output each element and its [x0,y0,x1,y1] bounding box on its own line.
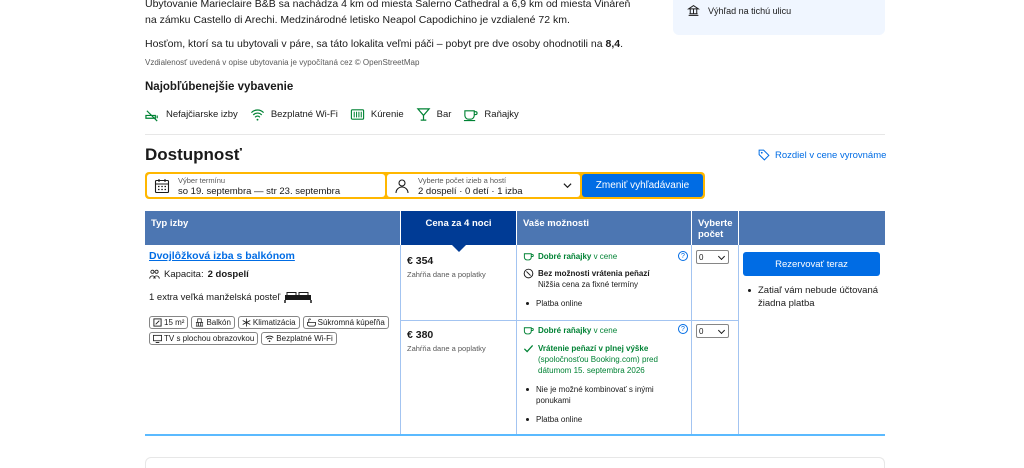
facilities-list: Nefajčiarske izby Bezplatné Wi-Fi Kúreni… [145,106,531,122]
wifi-icon [265,335,274,343]
amenity-chip: Súkromná kúpeľňa [302,316,389,329]
change-search-button[interactable]: Zmeniť vyhľadávanie [582,174,703,197]
facility-item: Bezplatné Wi-Fi [250,107,338,122]
tv-icon [153,334,162,343]
help-icon[interactable]: ? [678,251,688,261]
search-bar: Výber termínu so 19. septembra — str 23.… [145,172,705,199]
rate-price: € 354 [407,255,434,267]
bathtub-icon [306,318,316,327]
room-amenities: 15 m² Balkón Klimatizácia Súkromná kúpeľ… [149,316,399,345]
coffee-cup-icon [523,327,534,335]
next-section-card [145,457,885,468]
property-description: Ubytovanie Marieclaire B&B sa nachádza 4… [145,0,635,60]
rate-taxes: Zahŕňa dane a poplatky [407,270,486,279]
rate-breakfast: Dobré raňajky v cene [523,251,617,262]
date-value: so 19. septembra — str 23. septembra [178,186,341,197]
guests-selector[interactable]: Vyberte počet izieb a hostí 2 dospelí · … [387,174,580,197]
balcony-icon [196,318,204,327]
rate-refund-policy: Vrátenie peňazí v plnej výške (spoločnosť… [523,343,683,376]
room-size-icon [153,318,162,327]
person-icon [395,179,409,194]
checkmark-icon [523,344,534,353]
two-persons-icon [149,269,160,279]
bed-icon [284,292,312,303]
couples-score: 8,4 [605,38,621,50]
rate-combination-note: Nie je možné kombinovať s inými ponukami [523,384,683,406]
coffee-cup-icon [464,109,478,121]
facility-item: Nefajčiarske izby [145,107,238,122]
highlights-panel: Výhľad na tichú ulicu [673,0,885,35]
room-quantity-select[interactable]: 0 [696,324,729,338]
room-bed: 1 extra veľká manželská posteľ [149,291,312,303]
select-column [692,245,739,434]
capacity-value: 2 dospelí [207,269,249,280]
facility-item: Kúrenie [350,107,404,122]
wifi-icon [250,108,264,121]
rate-taxes: Zahŕňa dane a poplatky [407,344,486,353]
amenity-chip: Klimatizácia [237,316,300,329]
coffee-cup-icon [523,253,534,261]
table-body: Dvojlôžková izba s balkónom Kapacita: 2 … [145,245,885,436]
help-icon[interactable]: ? [678,324,688,334]
rate-divider [401,320,739,321]
tag-icon [758,149,770,161]
facilities-title: Najobľúbenejšie vybavenie [145,81,294,93]
reserve-note: Zatiaľ vám nebude účtovaná žiadna platba [745,284,880,310]
price-match-link[interactable]: Rozdiel v cene vyrovnáme [758,149,886,161]
chevron-down-icon [563,183,572,189]
rate-payment: Platba online [523,414,582,425]
heater-icon [350,108,365,120]
no-smoking-icon [145,109,158,121]
guests-label: Vyberte počet izieb a hostí [418,176,507,185]
facility-item: Bar [416,107,451,122]
facility-item: Raňajky [463,107,519,122]
header-select: Vyberte počet [692,211,739,245]
rate-price: € 380 [407,329,434,341]
room-quantity-select[interactable]: 0 [696,250,729,264]
description-paragraph: Ubytovanie Marieclaire B&B sa nachádza 4… [145,0,631,26]
cocktail-icon [416,107,431,121]
couples-rating-paragraph: Hosťom, ktorí sa tu ubytovali v páre, sa… [145,38,624,50]
reserve-now-button[interactable]: Rezervovať teraz [743,252,880,276]
header-price[interactable]: Cena za 4 noci [401,211,517,252]
header-options: Vaše možnosti [517,211,692,245]
availability-title: Dostupnosť [145,145,242,164]
amenity-chip: 15 m² [149,316,189,329]
amenity-chip: TV s plochou obrazovkou [149,332,259,345]
rate-refund-policy: Bez možnosti vrátenia peňazí Nižšia cena … [523,268,650,290]
room-name-link[interactable]: Dvojlôžková izba s balkónom [149,250,295,262]
header-reserve [739,211,885,245]
landmark-icon [687,5,700,16]
rooms-table: Typ izby Cena za 4 noci Vaše možnosti Vy… [145,211,885,436]
room-capacity: Kapacita: 2 dospelí [149,269,249,280]
date-picker[interactable]: Výber termínu so 19. septembra — str 23.… [147,174,385,197]
table-header: Typ izby Cena za 4 noci Vaše možnosti Vy… [145,211,885,252]
rate-payment: Platba online [523,298,582,309]
guests-value: 2 dospelí · 0 detí · 1 izba [418,186,523,197]
date-label: Výber termínu [178,176,226,185]
highlight-item: Výhľad na tichú ulicu [687,4,791,17]
amenity-chip: Bezplatné Wi-Fi [261,332,337,345]
snowflake-icon [242,318,251,327]
section-divider [145,134,885,135]
distance-note: Vzdialenosť uvedená v opise ubytovania j… [145,58,420,67]
no-refund-icon [523,268,534,279]
amenity-chip: Balkón [191,316,235,329]
rate-breakfast: Dobré raňajky v cene [523,325,617,336]
header-room-type: Typ izby [145,211,401,245]
calendar-icon [154,179,170,194]
